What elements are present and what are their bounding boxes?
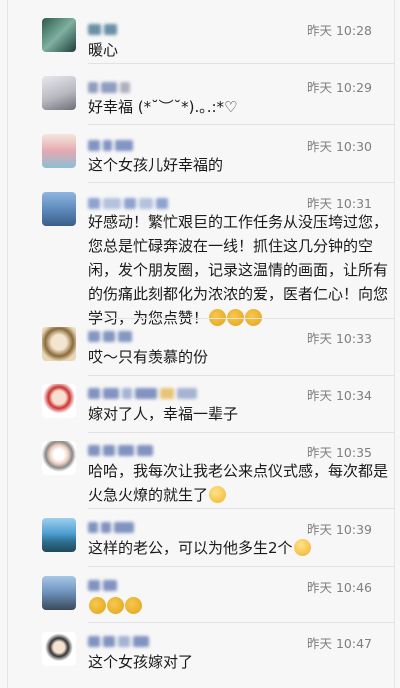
comment-text: 这个女孩嫁对了 bbox=[88, 653, 194, 671]
avatar[interactable] bbox=[42, 18, 76, 52]
avatar[interactable] bbox=[42, 134, 76, 168]
commenter-name[interactable] bbox=[88, 576, 120, 591]
commenter-name[interactable] bbox=[88, 632, 152, 647]
commenter-name[interactable] bbox=[88, 384, 200, 399]
separator bbox=[88, 182, 394, 183]
separator bbox=[88, 566, 394, 567]
comment-text: 好感动！繁忙艰巨的工作任务从没压垮过您，您总是忙碌奔波在一线！抓住这几分钟的空闲… bbox=[88, 210, 388, 330]
separator bbox=[88, 63, 394, 64]
avatar[interactable] bbox=[42, 632, 76, 666]
separator bbox=[88, 432, 394, 433]
avatar[interactable] bbox=[42, 441, 76, 475]
comment-text: 哈哈，我每次让我老公来点仪式感，每次都是火急火燎的就生了 bbox=[88, 459, 388, 507]
commenter-name[interactable] bbox=[88, 518, 137, 533]
comment-item[interactable]: 昨天 10:29 好幸福 (*˘︶˘*).｡.:*♡ bbox=[8, 72, 394, 124]
comment-item[interactable]: 昨天 10:47 这个女孩嫁对了 bbox=[8, 629, 394, 684]
commenter-name[interactable] bbox=[88, 327, 135, 342]
comment-text: 暖心 bbox=[88, 41, 119, 59]
comment-list: 昨天 10:28 暖心 昨天 10:29 好幸福 (*˘︶˘*).｡.:*♡ 昨… bbox=[7, 0, 395, 688]
avatar[interactable] bbox=[42, 576, 76, 610]
commenter-name[interactable] bbox=[88, 20, 120, 35]
thumbs-up-icon bbox=[125, 597, 142, 614]
comment-item[interactable]: 昨天 10:31 好感动！繁忙艰巨的工作任务从没压垮过您，您总是忙碌奔波在一线！… bbox=[8, 190, 394, 327]
commenter-name[interactable] bbox=[88, 194, 171, 209]
laughing-face-icon bbox=[209, 486, 227, 503]
commenter-name[interactable] bbox=[88, 441, 156, 456]
separator bbox=[88, 508, 394, 509]
comment-text: 好幸福 (*˘︶˘*).｡.:*♡ bbox=[88, 98, 238, 116]
avatar[interactable] bbox=[42, 192, 76, 226]
grinning-face-icon bbox=[293, 539, 311, 556]
comment-item[interactable]: 昨天 10:33 哎～只有羡慕的份 bbox=[8, 324, 394, 374]
comment-item[interactable]: 昨天 10:39 这样的老公，可以为他多生2个 bbox=[8, 515, 394, 565]
comment-time: 昨天 10:28 bbox=[307, 23, 372, 38]
comment-item[interactable]: 昨天 10:28 暖心 bbox=[8, 10, 394, 60]
comment-text: 嫁对了人，幸福一辈子 bbox=[88, 405, 239, 423]
separator bbox=[88, 375, 394, 376]
separator bbox=[88, 124, 394, 125]
thumbs-up-icon bbox=[89, 597, 106, 614]
comment-item[interactable]: 昨天 10:34 嫁对了人，幸福一辈子 bbox=[8, 381, 394, 431]
commenter-name[interactable] bbox=[88, 136, 136, 151]
comment-item[interactable]: 昨天 10:35 哈哈，我每次让我老公来点仪式感，每次都是火急火燎的就生了 bbox=[8, 438, 394, 510]
comment-item[interactable]: 昨天 10:46 bbox=[8, 573, 394, 621]
avatar[interactable] bbox=[42, 76, 76, 110]
comment-text: 这个女孩儿好幸福的 bbox=[88, 156, 224, 174]
comment-item[interactable]: 昨天 10:30 这个女孩儿好幸福的 bbox=[8, 133, 394, 183]
thumbs-up-icon bbox=[107, 597, 124, 614]
avatar[interactable] bbox=[42, 384, 76, 418]
separator bbox=[88, 622, 394, 623]
comment-text-body: 哈哈，我每次让我老公来点仪式感，每次都是火急火燎的就生了 bbox=[88, 462, 389, 504]
avatar[interactable] bbox=[42, 327, 76, 361]
comment-time: 昨天 10:29 bbox=[307, 80, 372, 95]
separator bbox=[88, 318, 394, 319]
comment-text bbox=[88, 594, 388, 618]
comment-text: 哎～只有羡慕的份 bbox=[88, 348, 209, 366]
avatar[interactable] bbox=[42, 518, 76, 552]
commenter-name[interactable] bbox=[88, 78, 133, 93]
comment-text: 这样的老公，可以为他多生2个 bbox=[88, 536, 388, 560]
comment-text-body: 这样的老公，可以为他多生2个 bbox=[88, 539, 293, 557]
